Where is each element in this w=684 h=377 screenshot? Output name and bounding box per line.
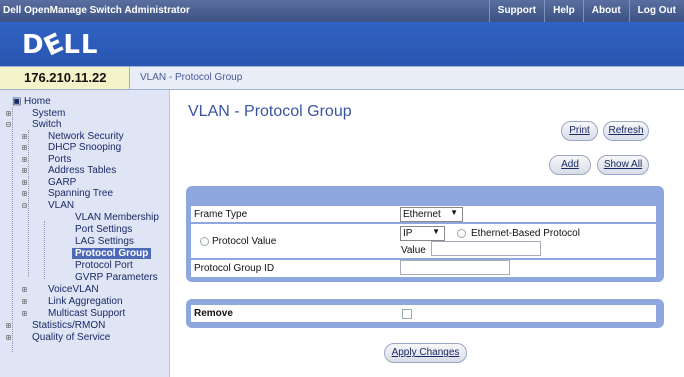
sidebar-item-lag-settings[interactable]: LAG Settings [75,236,134,247]
sidebar-item-switch[interactable]: Switch [32,119,61,130]
sidebar-item-network-security[interactable]: Network Security [48,131,124,142]
collapse-icon[interactable]: ⊟ [6,119,11,130]
frame-type-label: Frame Type [194,209,248,220]
expand-icon[interactable]: ⊞ [22,154,27,165]
print-button[interactable]: Print [561,121,598,141]
ethernet-based-radio[interactable] [457,229,466,238]
protocol-value-row: Protocol Value IP ▼ Ethernet-Based Proto… [191,224,656,258]
tree-line [44,221,45,279]
dell-logo: DELL [22,27,99,63]
help-link[interactable]: Help [544,0,583,22]
collapse-icon[interactable]: ⊟ [22,200,27,211]
show-all-button[interactable]: Show All [597,155,649,175]
tree-line [28,130,29,277]
protocol-value-select[interactable]: IP ▼ [400,226,445,241]
remove-row: Remove [191,305,656,322]
sidebar-item-statistics-rmon[interactable]: Statistics/RMON [32,320,105,331]
sidebar-item-gvrp-parameters[interactable]: GVRP Parameters [75,272,158,283]
sidebar-item-vlan[interactable]: VLAN [48,200,74,211]
expand-icon[interactable]: ⊞ [22,284,27,295]
expand-icon[interactable]: ⊞ [22,188,27,199]
sidebar-item-multicast-support[interactable]: Multicast Support [48,308,125,319]
refresh-button[interactable]: Refresh [603,121,649,141]
app-title: Dell OpenManage Switch Administrator [3,5,190,16]
protocol-value-radio[interactable] [200,237,209,246]
sidebar-item-dhcp-snooping[interactable]: DHCP Snooping [48,142,121,153]
apply-changes-button[interactable]: Apply Changes [384,343,467,363]
chevron-down-icon: ▼ [450,208,458,217]
group-id-row: Protocol Group ID [191,260,656,277]
remove-checkbox[interactable] [402,309,412,319]
frame-type-select[interactable]: Ethernet ▼ [400,207,463,222]
top-bar: Dell OpenManage Switch Administrator Sup… [0,0,684,22]
top-links: Support Help About Log Out [488,0,684,22]
sidebar-item-link-aggregation[interactable]: Link Aggregation [48,296,123,307]
support-link[interactable]: Support [488,0,544,22]
expand-icon[interactable]: ⊞ [6,332,11,343]
frame-type-row: Frame Type Ethernet ▼ [191,206,656,222]
add-button[interactable]: Add [549,155,591,175]
value-input[interactable] [431,241,541,256]
sidebar-item-spanning-tree[interactable]: Spanning Tree [48,188,113,199]
expand-icon[interactable]: ⊞ [6,320,11,331]
tree-home-icon[interactable]: ▣ [12,96,21,107]
expand-icon[interactable]: ⊞ [22,165,27,176]
protocol-value-label: Protocol Value [212,236,277,247]
chevron-down-icon: ▼ [432,227,440,236]
sidebar-item-protocol-port[interactable]: Protocol Port [75,260,133,271]
expand-icon[interactable]: ⊞ [6,108,11,119]
ethernet-based-label: Ethernet-Based Protocol [471,228,580,239]
sidebar-item-garp[interactable]: GARP [48,177,76,188]
expand-icon[interactable]: ⊞ [22,177,27,188]
sidebar-item-quality-of-service[interactable]: Quality of Service [32,332,110,343]
address-strip: 176.210.11.22 VLAN - Protocol Group [0,66,684,90]
sidebar-item-voicevlan[interactable]: VoiceVLAN [48,284,99,295]
about-link[interactable]: About [582,0,629,22]
sidebar-item-protocol-group[interactable]: Protocol Group [72,248,152,259]
page-title: VLAN - Protocol Group [188,103,352,120]
switch-ip: 176.210.11.22 [0,67,130,89]
sidebar-item-vlan-membership[interactable]: VLAN Membership [75,212,159,223]
expand-icon[interactable]: ⊞ [22,296,27,307]
protocol-value-selected: IP [403,228,413,239]
logo-band: DELL [0,22,684,66]
sidebar-tree: ▣ Home ⊞ System ⊟ Switch ⊞ Network Secur… [0,90,170,377]
group-id-label: Protocol Group ID [194,263,275,274]
breadcrumb: VLAN - Protocol Group [140,72,243,83]
frame-type-value: Ethernet [403,209,441,220]
expand-icon[interactable]: ⊞ [22,131,27,142]
sidebar-item-ports[interactable]: Ports [48,154,71,165]
group-id-input[interactable] [400,260,510,275]
logout-link[interactable]: Log Out [628,0,684,22]
sidebar-item-system[interactable]: System [32,108,65,119]
value-label: Value [401,245,426,256]
sidebar-item-home[interactable]: Home [24,96,51,107]
sidebar-item-address-tables[interactable]: Address Tables [48,165,116,176]
expand-icon[interactable]: ⊞ [22,308,27,319]
tree-line [12,107,13,352]
sidebar-item-port-settings[interactable]: Port Settings [75,224,132,235]
remove-label: Remove [194,308,233,319]
expand-icon[interactable]: ⊞ [22,142,27,153]
